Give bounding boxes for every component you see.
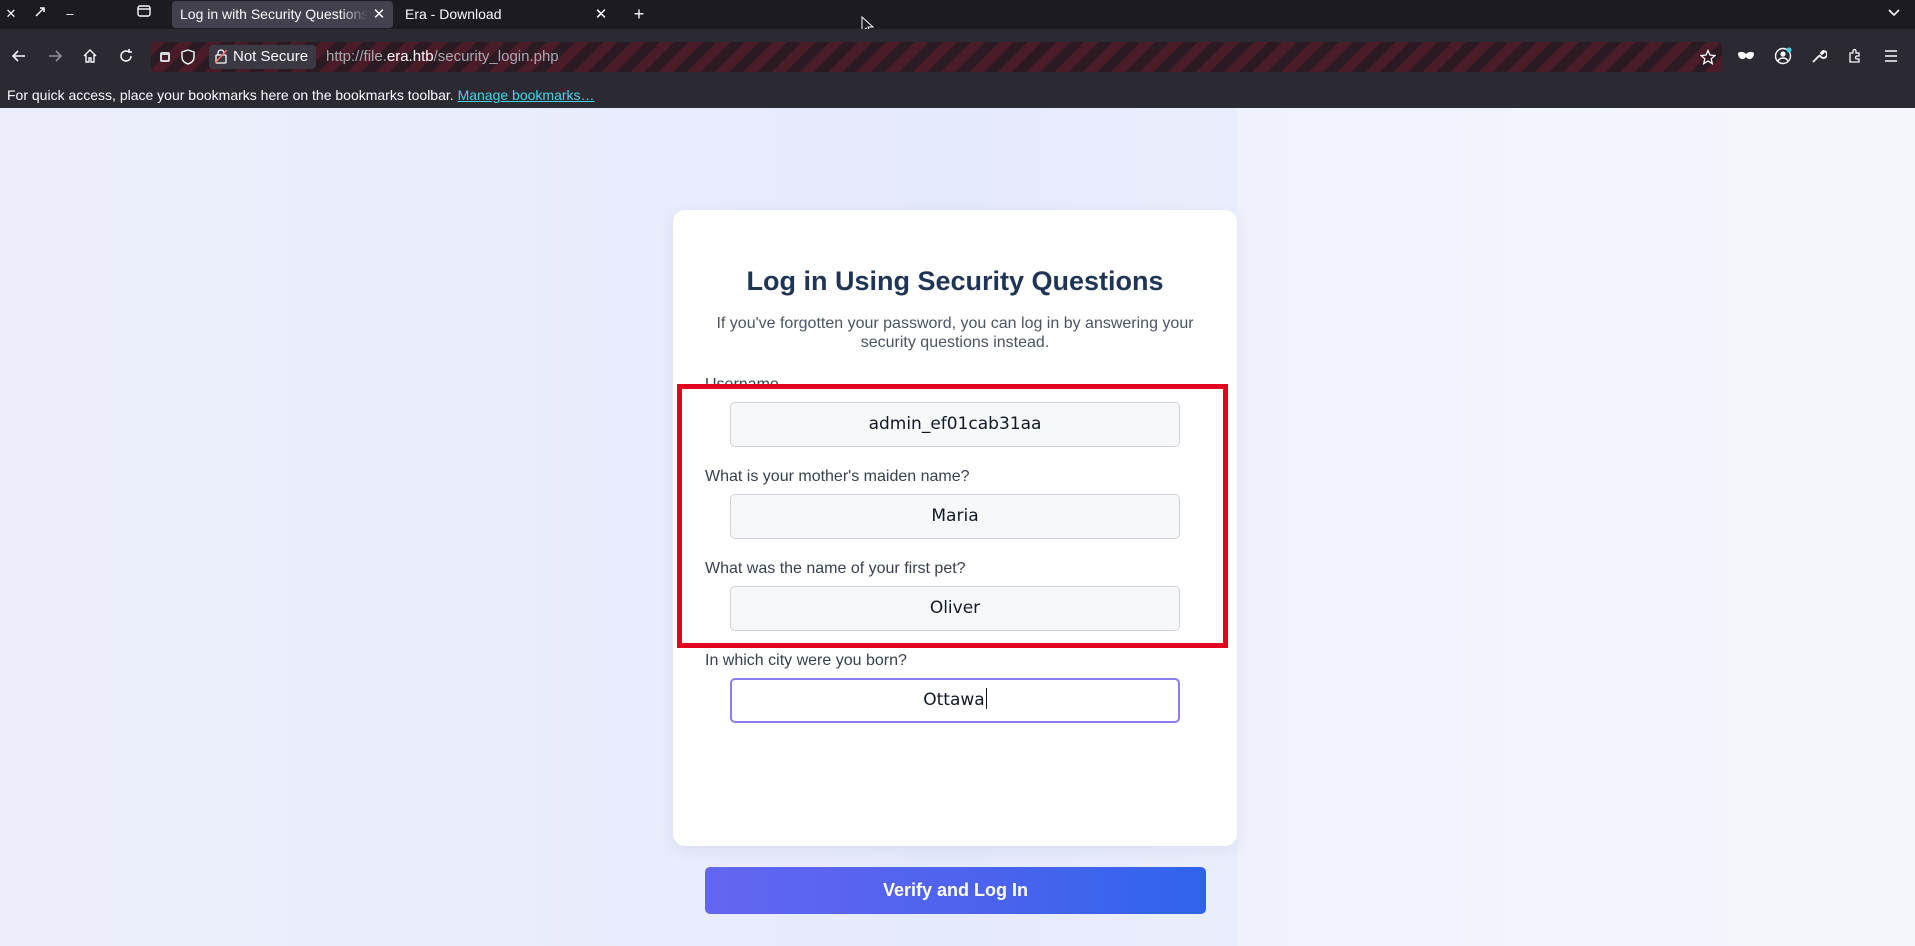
url-text[interactable]: http://file.era.htb/security_login.php <box>326 42 559 72</box>
manage-bookmarks-link[interactable]: Manage bookmarks… <box>458 87 595 103</box>
tab-strip: ✕ – Log in with Security Questions ✕ Era… <box>0 0 1915 36</box>
new-tab-icon[interactable]: + <box>628 3 650 25</box>
tab-close-icon[interactable]: ✕ <box>593 1 609 28</box>
private-mask-icon[interactable] <box>1735 45 1757 67</box>
insecure-lock-icon <box>215 49 227 64</box>
birth-city-input[interactable]: Ottawa <box>730 678 1180 723</box>
page-title: Log in Using Security Questions <box>746 266 1164 296</box>
tab-overview-icon[interactable] <box>133 3 155 25</box>
back-icon[interactable] <box>6 43 32 69</box>
url-host: era.htb <box>386 48 434 65</box>
menu-hamburger-icon[interactable] <box>1880 45 1902 67</box>
bookmark-star-icon[interactable] <box>1698 47 1718 67</box>
minimize-window-icon[interactable]: – <box>59 3 81 25</box>
tab-close-icon[interactable]: ✕ <box>371 1 387 28</box>
navigation-toolbar: Not Secure http://file.era.htb/security_… <box>0 29 1915 83</box>
account-icon[interactable] <box>1772 45 1794 67</box>
home-icon[interactable] <box>77 43 103 69</box>
not-secure-label: Not Secure <box>233 48 309 65</box>
tab-title: Log in with Security Questions <box>180 6 368 22</box>
url-path: /security_login.php <box>433 48 559 65</box>
bookmarks-hint: For quick access, place your bookmarks h… <box>7 87 458 103</box>
highlight-annotation <box>677 384 1228 648</box>
url-prefix: http://file. <box>326 48 387 65</box>
list-all-tabs-icon[interactable] <box>1883 3 1905 25</box>
text-caret <box>985 688 987 709</box>
not-secure-badge[interactable]: Not Secure <box>209 45 317 69</box>
tab-title: Era - Download <box>405 6 502 22</box>
birth-city-value: Ottawa <box>923 690 985 710</box>
birth-city-label: In which city were you born? <box>705 652 907 669</box>
bookmarks-toolbar: For quick access, place your bookmarks h… <box>0 83 1915 108</box>
tracking-protection-icon[interactable] <box>155 47 175 67</box>
forward-icon[interactable] <box>42 43 68 69</box>
address-bar[interactable]: Not Secure http://file.era.htb/security_… <box>151 42 1722 72</box>
extensions-icon[interactable] <box>1844 45 1866 67</box>
close-window-icon[interactable]: ✕ <box>0 3 22 25</box>
verify-and-login-button[interactable]: Verify and Log In <box>705 867 1206 914</box>
tools-wrench-icon[interactable] <box>1808 45 1830 67</box>
page-subtitle: If you've forgotten your password, you c… <box>716 315 1194 351</box>
restore-window-icon[interactable] <box>29 3 51 25</box>
shield-icon[interactable] <box>178 47 198 67</box>
tab-security-login[interactable]: Log in with Security Questions ✕ <box>172 1 393 28</box>
reload-icon[interactable] <box>113 43 139 69</box>
tab-era-download[interactable]: Era - Download ✕ <box>397 1 615 28</box>
